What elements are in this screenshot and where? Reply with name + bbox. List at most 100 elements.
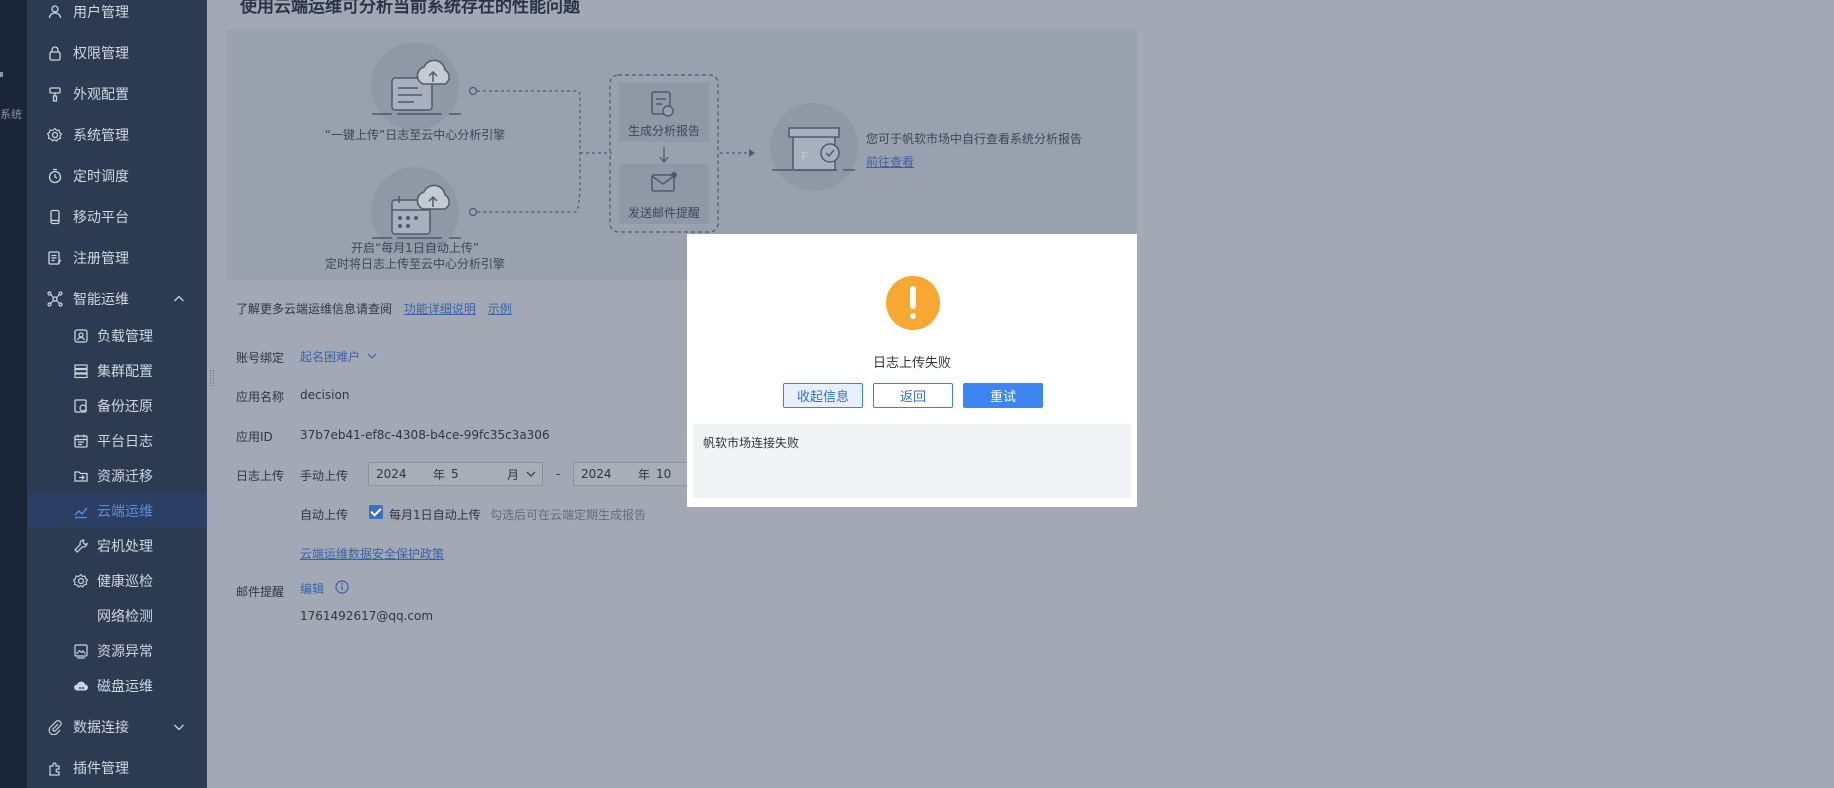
rail-label[interactable]: 系统: [0, 106, 22, 122]
learn-more-text: 了解更多云端运维信息请查阅: [236, 302, 393, 316]
disk-cloud-icon: [73, 678, 89, 694]
feature-doc-link[interactable]: 功能详细说明: [404, 302, 476, 316]
auto-upload-hint: 勾选后可在云端定期生成报告: [490, 508, 647, 522]
account-select[interactable]: 起名困难户: [300, 348, 377, 365]
manual-upload-label: 手动上传: [300, 469, 349, 483]
flow-result-link[interactable]: 前往查看: [866, 153, 914, 170]
wrench-icon: [73, 538, 89, 554]
warning-icon: [886, 276, 940, 330]
sidebar-subitem-migrate[interactable]: 资源迁移: [27, 459, 207, 493]
app-id-value: 37b7eb41-ef8c-4308-b4ce-99fc35c3a306: [300, 428, 550, 442]
flow-email-label: 发送邮件提醒: [627, 206, 701, 220]
auto-upload-label: 自动上传: [300, 508, 349, 522]
brush-icon: [47, 86, 63, 102]
app-name-value: decision: [300, 388, 350, 402]
from-date-picker[interactable]: 2024 年 5 月: [368, 462, 543, 486]
panel-resize-handle[interactable]: [210, 370, 214, 386]
from-year-unit: 年: [433, 467, 446, 482]
backup-icon: [73, 398, 89, 414]
sidebar-subitem-label: 负载管理: [97, 329, 153, 345]
sidebar-subitem-resource-alert[interactable]: 资源异常: [27, 634, 207, 668]
cluster-icon: [73, 363, 89, 379]
to-year-unit: 年: [638, 467, 651, 482]
sidebar-subitem-label: 健康巡检: [97, 574, 153, 590]
sidebar-subitem-label: 集群配置: [97, 364, 153, 380]
sidebar-item-label: 定时调度: [73, 169, 129, 185]
from-year-value: 2024: [376, 467, 407, 481]
timer-icon: [47, 168, 63, 184]
app-name-label: 应用名称: [236, 390, 285, 404]
sidebar-subitem-cluster[interactable]: 集群配置: [27, 354, 207, 388]
auto-upload-checkbox[interactable]: [369, 505, 383, 519]
user-icon: [47, 4, 63, 20]
lock-icon: [47, 45, 63, 61]
flow-step1-label: “一键上传”日志至云中心分析引擎: [324, 128, 506, 142]
sidebar-subitem-downtime[interactable]: 宕机处理: [27, 529, 207, 563]
sidebar-subitem-backup[interactable]: 备份还原: [27, 389, 207, 423]
mobile-icon: [47, 209, 63, 225]
log-icon: [73, 433, 89, 449]
auto-upload-checkbox-label[interactable]: 每月1日自动上传: [389, 506, 481, 523]
sidebar-subitem-health[interactable]: 健康巡检: [27, 564, 207, 598]
sidebar-item-label: 移动平台: [73, 210, 129, 226]
sidebar-subitem-label: 磁盘运维: [97, 679, 153, 695]
sidebar-item-mobile[interactable]: 移动平台: [27, 197, 207, 237]
inspect-icon: [73, 573, 89, 589]
sidebar-item-plugins[interactable]: 插件管理: [27, 748, 207, 788]
retry-button[interactable]: 重试: [963, 383, 1043, 408]
email-label: 邮件提醒: [236, 585, 285, 599]
sidebar-item-label: 用户管理: [73, 5, 129, 21]
to-date-picker[interactable]: 2024 年 10: [573, 462, 687, 486]
page-title: 使用云端运维可分析当前系统存在的性能问题: [240, 0, 580, 17]
from-month-value: 5: [451, 467, 459, 481]
sidebar-item-data-connection[interactable]: 数据连接: [27, 707, 207, 747]
sidebar-subitem-label: 资源迁移: [97, 469, 153, 485]
sidebar-item-schedule[interactable]: 定时调度: [27, 156, 207, 196]
sidebar-subitem-load[interactable]: 负载管理: [27, 319, 207, 353]
sidebar-item-label: 权限管理: [73, 46, 129, 62]
upload-illustration-icon: [371, 42, 461, 130]
plugin-icon: [47, 760, 63, 776]
sidebar-item-register[interactable]: 注册管理: [27, 238, 207, 278]
collapse-info-button[interactable]: 收起信息: [783, 383, 863, 408]
app-rail: 系统: [0, 0, 27, 788]
sidebar-item-label: 外观配置: [73, 87, 129, 103]
sidebar-item-label: 注册管理: [73, 251, 129, 267]
sidebar-item-users[interactable]: 用户管理: [27, 0, 207, 32]
sidebar-item-permissions[interactable]: 权限管理: [27, 33, 207, 73]
example-link[interactable]: 示例: [488, 302, 512, 316]
sidebar-subitem-label: 资源异常: [97, 644, 153, 660]
to-year-value: 2024: [581, 467, 612, 481]
flow-step2-label-line2: 定时将日志上传至云中心分析引擎: [324, 257, 506, 271]
sidebar-subitem-network[interactable]: 网络检测: [27, 599, 207, 633]
network-icon: [47, 291, 63, 307]
svg-text:F: F: [801, 150, 808, 164]
market-report-illustration-icon: F: [770, 103, 858, 191]
sidebar: 用户管理 权限管理 外观配置 系统管理 定时调度 移动平台 注册管理 智能运维 …: [27, 0, 207, 788]
sidebar-subitem-disk[interactable]: 磁盘运维: [27, 669, 207, 703]
account-value: 起名困难户: [300, 350, 361, 364]
to-month-value: 10: [656, 467, 672, 481]
back-button[interactable]: 返回: [873, 383, 953, 408]
rail-dot: [0, 72, 3, 77]
email-edit-link[interactable]: 编辑: [300, 580, 324, 597]
sidebar-item-appearance[interactable]: 外观配置: [27, 74, 207, 114]
chevron-down-icon: [526, 471, 536, 477]
dialog-message: 日志上传失败: [872, 356, 951, 371]
log-upload-label: 日志上传: [236, 469, 285, 483]
sidebar-item-label: 系统管理: [73, 128, 129, 144]
chevron-up-icon: [174, 295, 184, 302]
alert-image-icon: [73, 643, 89, 659]
sidebar-subitem-cloud-ops[interactable]: 云端运维: [27, 494, 207, 528]
sidebar-item-system[interactable]: 系统管理: [27, 115, 207, 155]
sidebar-subitem-platform-log[interactable]: 平台日志: [27, 424, 207, 458]
sidebar-subitem-label: 云端运维: [97, 504, 153, 520]
flow-report-label: 生成分析报告: [627, 124, 701, 138]
info-icon[interactable]: [335, 580, 349, 594]
learn-more-row: 了解更多云端运维信息请查阅 功能详细说明 示例: [236, 300, 512, 317]
sidebar-item-smart-ops[interactable]: 智能运维: [27, 279, 207, 319]
error-detail-text: 帆软市场连接失败: [703, 436, 800, 450]
gear-icon: [47, 127, 63, 143]
data-policy-link[interactable]: 云端运维数据安全保护政策: [300, 545, 444, 562]
register-icon: [47, 250, 63, 266]
